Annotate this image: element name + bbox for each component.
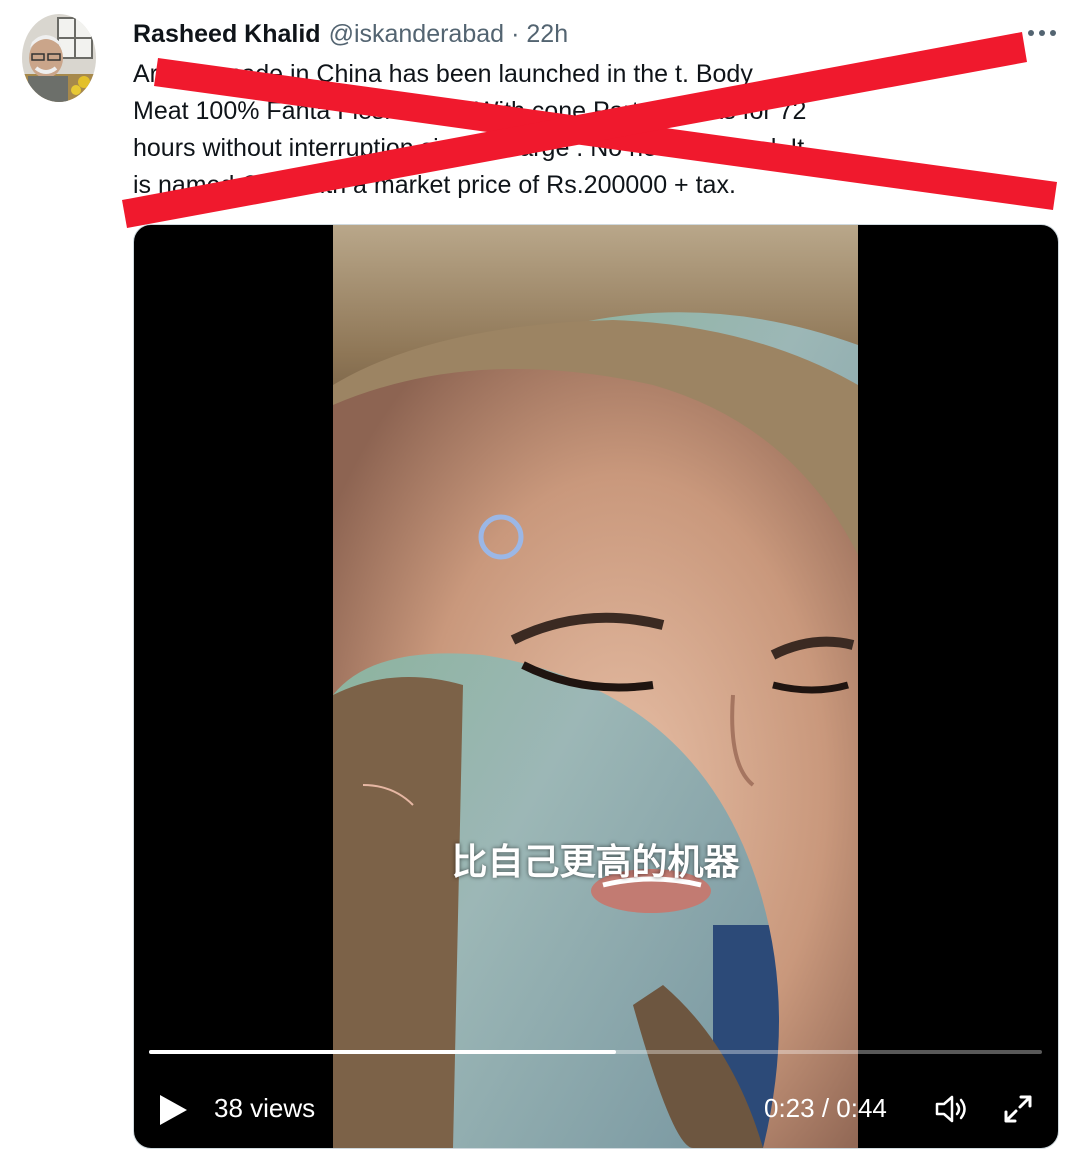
more-options-button[interactable] <box>1022 18 1062 48</box>
tweet-text-line: hours without interruption single charge… <box>133 134 805 162</box>
tweet-text-line: Meat 100% Fanta Flesh Made With cone Par… <box>133 97 807 125</box>
play-icon <box>160 1095 187 1125</box>
video-subtitle: 比自己更高的机器 <box>451 842 740 883</box>
volume-icon <box>935 1095 966 1123</box>
video-player[interactable]: 比自己更高的机器 38 views 0:23 / 0:44 <box>133 224 1059 1149</box>
video-controls: 38 views 0:23 / 0:44 <box>134 1083 1058 1135</box>
author-avatar[interactable] <box>22 14 96 102</box>
video-progress-bar[interactable] <box>149 1050 1042 1054</box>
tweet-timestamp[interactable]: 22h <box>526 20 568 49</box>
play-button[interactable] <box>154 1091 192 1129</box>
more-horizontal-icon <box>1028 30 1056 36</box>
author-name[interactable]: Rasheed Khalid <box>133 20 321 49</box>
video-frame[interactable]: 比自己更高的机器 <box>333 225 858 1148</box>
fullscreen-button[interactable] <box>996 1089 1040 1129</box>
video-progress-fill <box>149 1050 617 1054</box>
view-count: 38 views <box>214 1093 316 1123</box>
video-timecode: 0:23 / 0:44 <box>764 1093 887 1123</box>
tweet-header: Rasheed Khalid @iskanderabad · 22h <box>133 16 568 52</box>
author-handle[interactable]: @iskanderabad <box>329 20 505 49</box>
fullscreen-icon <box>1004 1095 1032 1123</box>
tweet-text-line: is named ORI" with a market price of Rs.… <box>133 171 736 199</box>
header-separator: · <box>511 19 520 48</box>
tweet-text-line: Ar man made in China has been launched i… <box>133 60 753 88</box>
tweet-text: Ar man made in China has been launched i… <box>133 56 1063 204</box>
volume-button[interactable] <box>930 1089 974 1129</box>
